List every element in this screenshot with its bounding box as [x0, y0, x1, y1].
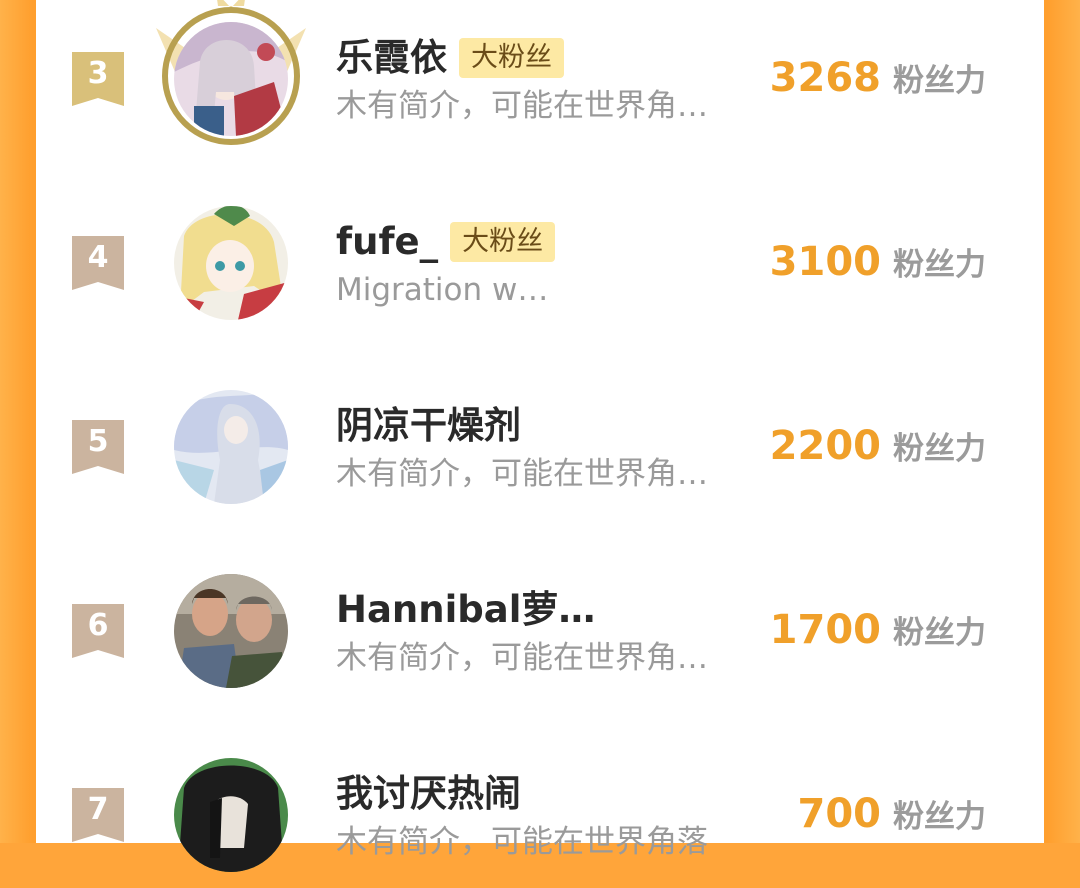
user-avatar[interactable] [174, 206, 288, 320]
score-value: 3268 [769, 55, 881, 101]
rank-ribbon-icon: 4 [72, 236, 124, 290]
rank-number: 5 [87, 424, 109, 459]
name-line: 乐霞依 大粉丝 [336, 32, 564, 84]
name-line: fufe_ 大粉丝 [336, 216, 556, 268]
user-avatar[interactable] [174, 574, 288, 688]
anime-girl-avatar-icon [174, 206, 288, 320]
name-line: 我讨厌热闹 [336, 768, 521, 820]
score-unit: 粉丝力 [893, 63, 986, 99]
user-avatar[interactable] [174, 390, 288, 504]
user-bio: Migration w… [336, 272, 549, 308]
user-bio: 木有简介，可能在世界角… [336, 88, 708, 124]
user-bio: 木有简介，可能在世界角落 [336, 824, 708, 860]
rank-number: 3 [87, 56, 109, 91]
page-frame: 3 乐霞依 大粉丝 木有简介，可能在世界角… 3268 粉丝力 4 fufe_ … [0, 0, 1080, 872]
score-unit: 粉丝力 [893, 247, 986, 283]
user-bio: 木有简介，可能在世界角… [336, 640, 708, 676]
rank-ribbon-icon: 5 [72, 420, 124, 474]
score-value: 1700 [769, 607, 881, 653]
leaderboard-row[interactable]: 4 fufe_ 大粉丝 Migration w… 3100 粉丝力 [36, 186, 1044, 336]
anime-girl-avatar-icon [174, 390, 288, 504]
score-unit: 粉丝力 [893, 615, 986, 651]
user-name[interactable]: 阴凉干燥剂 [336, 400, 521, 452]
leaderboard-panel: 3 乐霞依 大粉丝 木有简介，可能在世界角… 3268 粉丝力 4 fufe_ … [36, 0, 1044, 872]
rank-ribbon-icon: 3 [72, 52, 124, 106]
leaderboard-row[interactable]: 7 我讨厌热闹 木有简介，可能在世界角落 700 粉丝力 [36, 738, 1044, 888]
rank-number: 7 [87, 792, 109, 827]
rank-number: 6 [87, 608, 109, 643]
user-name[interactable]: fufe_ [336, 216, 438, 268]
leaderboard-row[interactable]: 5 阴凉干燥剂 木有简介，可能在世界角… 2200 粉丝力 [36, 370, 1044, 520]
score: 3268 粉丝力 [770, 50, 986, 106]
leaderboard-row[interactable]: 6 Hannibal萝… 木有简介，可能在世界角… 1700 粉丝力 [36, 554, 1044, 704]
rank-number: 4 [87, 240, 109, 275]
name-line: Hannibal萝… [336, 584, 595, 636]
user-name[interactable]: Hannibal萝… [336, 584, 595, 636]
dark-hair-avatar-icon [174, 758, 288, 872]
score: 700 粉丝力 [798, 786, 987, 842]
fan-badge: 大粉丝 [450, 222, 556, 262]
leaderboard-row[interactable]: 3 乐霞依 大粉丝 木有简介，可能在世界角… 3268 粉丝力 [36, 0, 1044, 152]
score: 3100 粉丝力 [770, 234, 986, 290]
user-name[interactable]: 乐霞依 [336, 32, 447, 84]
photo-avatar-icon [174, 574, 288, 688]
rank-ribbon-icon: 7 [72, 788, 124, 842]
user-avatar[interactable] [174, 22, 288, 136]
score-value: 700 [797, 791, 882, 837]
name-line: 阴凉干燥剂 [336, 400, 521, 452]
score-unit: 粉丝力 [893, 799, 986, 835]
score: 1700 粉丝力 [770, 602, 986, 658]
score-unit: 粉丝力 [893, 431, 986, 467]
score-value: 3100 [769, 239, 881, 285]
rank-ribbon-icon: 6 [72, 604, 124, 658]
anime-girl-avatar-icon [174, 22, 288, 136]
score: 2200 粉丝力 [770, 418, 986, 474]
fan-badge: 大粉丝 [459, 38, 564, 78]
user-avatar[interactable] [174, 758, 288, 872]
user-bio: 木有简介，可能在世界角… [336, 456, 708, 492]
score-value: 2200 [769, 423, 881, 469]
user-name[interactable]: 我讨厌热闹 [336, 768, 521, 820]
